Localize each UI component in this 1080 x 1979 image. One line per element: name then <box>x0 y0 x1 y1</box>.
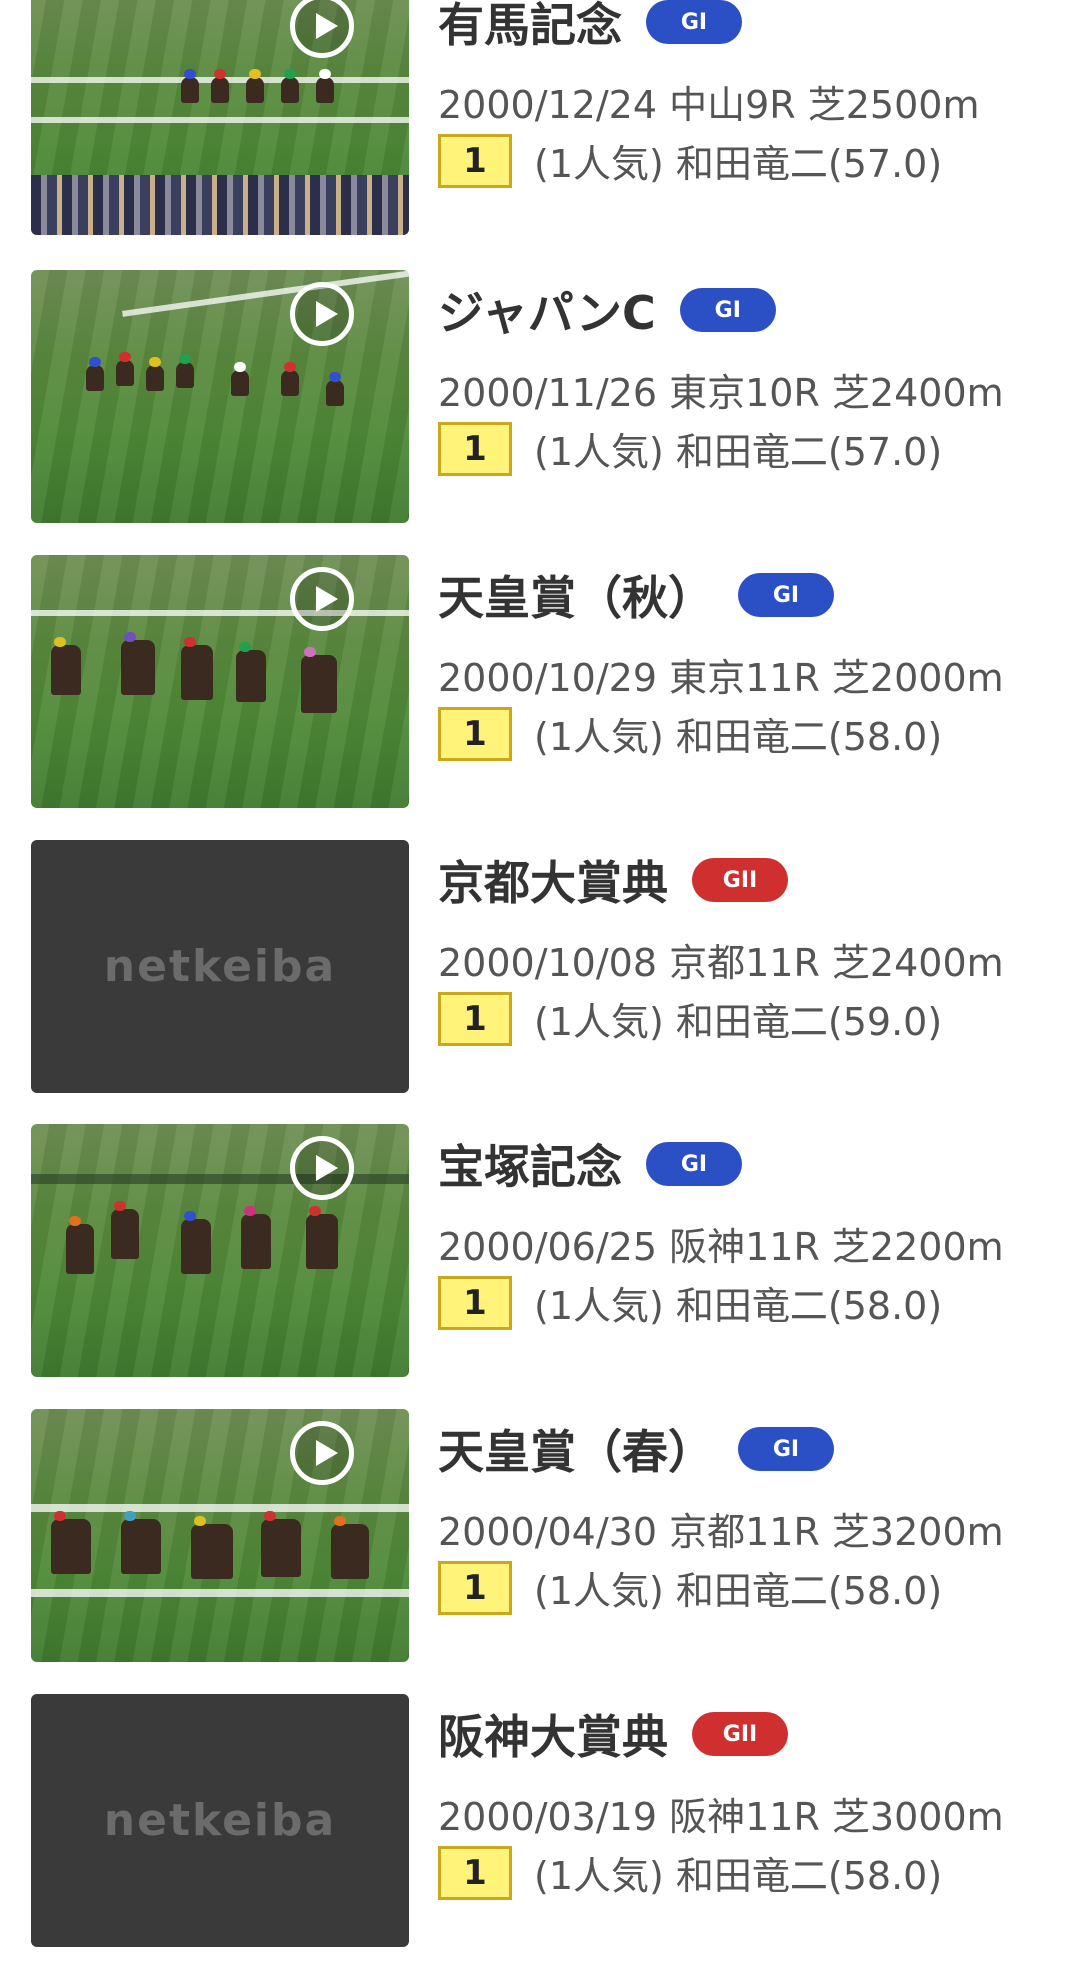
race-title[interactable]: 天皇賞（春） <box>438 1416 714 1482</box>
race-title[interactable]: 有馬記念 <box>438 0 622 55</box>
grade-badge: GII <box>692 858 788 902</box>
grade-badge: GI <box>646 1142 742 1186</box>
race-thumbnail-placeholder[interactable]: netkeiba <box>31 840 409 1093</box>
finish-rank-badge: 1 <box>438 1275 512 1330</box>
race-item[interactable]: 天皇賞（春） GI 2000/04/30 京都11R 芝3200m 1 (1人気… <box>0 1409 1080 1694</box>
grade-badge: GI <box>738 573 834 617</box>
race-detail: (1人気) 和田竜二(57.0) <box>534 430 943 474</box>
race-item[interactable]: ジャパンC GI 2000/11/26 東京10R 芝2400m 1 (1人気)… <box>0 270 1080 555</box>
play-icon[interactable] <box>290 1136 354 1200</box>
race-title[interactable]: ジャパンC <box>438 277 656 343</box>
play-icon[interactable] <box>290 1421 354 1485</box>
play-icon[interactable] <box>290 282 354 346</box>
race-detail: (1人気) 和田竜二(58.0) <box>534 1569 943 1613</box>
race-video-thumbnail[interactable] <box>31 0 409 235</box>
race-item[interactable]: 天皇賞（秋） GI 2000/10/29 東京11R 芝2000m 1 (1人気… <box>0 555 1080 840</box>
race-thumbnail-placeholder[interactable]: netkeiba <box>31 1694 409 1947</box>
finish-rank-badge: 1 <box>438 706 512 761</box>
grade-badge: GI <box>738 1427 834 1471</box>
race-title[interactable]: 天皇賞（秋） <box>438 562 714 628</box>
grade-badge: GII <box>692 1712 788 1756</box>
race-detail: (1人気) 和田竜二(59.0) <box>534 1000 943 1044</box>
play-icon[interactable] <box>290 567 354 631</box>
race-date-course: 2000/04/30 京都11R 芝3200m <box>438 1510 1004 1554</box>
race-date-course: 2000/10/29 東京11R 芝2000m <box>438 656 1004 700</box>
finish-rank-badge: 1 <box>438 991 512 1046</box>
race-date-course: 2000/03/19 阪神11R 芝3000m <box>438 1795 1004 1839</box>
grade-badge: GI <box>679 288 776 332</box>
race-item[interactable]: netkeiba 阪神大賞典 GII 2000/03/19 阪神11R 芝300… <box>0 1694 1080 1979</box>
race-title[interactable]: 宝塚記念 <box>438 1131 622 1197</box>
race-detail: (1人気) 和田竜二(58.0) <box>534 715 943 759</box>
race-item[interactable]: netkeiba 京都大賞典 GII 2000/10/08 京都11R 芝240… <box>0 840 1080 1125</box>
race-video-thumbnail[interactable] <box>31 555 409 808</box>
race-video-thumbnail[interactable] <box>31 270 409 523</box>
race-detail: (1人気) 和田竜二(58.0) <box>534 1284 943 1328</box>
netkeiba-logo: netkeiba <box>103 941 337 992</box>
netkeiba-logo: netkeiba <box>103 1795 337 1846</box>
race-date-course: 2000/12/24 中山9R 芝2500m <box>438 83 980 127</box>
race-title[interactable]: 京都大賞典 <box>438 847 668 913</box>
race-detail: (1人気) 和田竜二(57.0) <box>534 142 943 186</box>
finish-rank-badge: 1 <box>438 1560 512 1615</box>
race-video-thumbnail[interactable] <box>31 1124 409 1377</box>
race-title[interactable]: 阪神大賞典 <box>438 1701 668 1767</box>
finish-rank-badge: 1 <box>438 133 512 188</box>
race-date-course: 2000/06/25 阪神11R 芝2200m <box>438 1225 1004 1269</box>
play-icon[interactable] <box>290 0 354 58</box>
grade-badge: GI <box>646 0 742 44</box>
race-detail: (1人気) 和田竜二(58.0) <box>534 1854 943 1898</box>
race-date-course: 2000/11/26 東京10R 芝2400m <box>438 371 1004 415</box>
race-item[interactable]: 有馬記念 GI 2000/12/24 中山9R 芝2500m 1 (1人気) 和… <box>0 0 1080 267</box>
finish-rank-badge: 1 <box>438 1845 512 1900</box>
race-results-list: 有馬記念 GI 2000/12/24 中山9R 芝2500m 1 (1人気) 和… <box>0 0 1080 1960</box>
race-date-course: 2000/10/08 京都11R 芝2400m <box>438 941 1004 985</box>
finish-rank-badge: 1 <box>438 421 512 476</box>
race-video-thumbnail[interactable] <box>31 1409 409 1662</box>
race-item[interactable]: 宝塚記念 GI 2000/06/25 阪神11R 芝2200m 1 (1人気) … <box>0 1124 1080 1409</box>
